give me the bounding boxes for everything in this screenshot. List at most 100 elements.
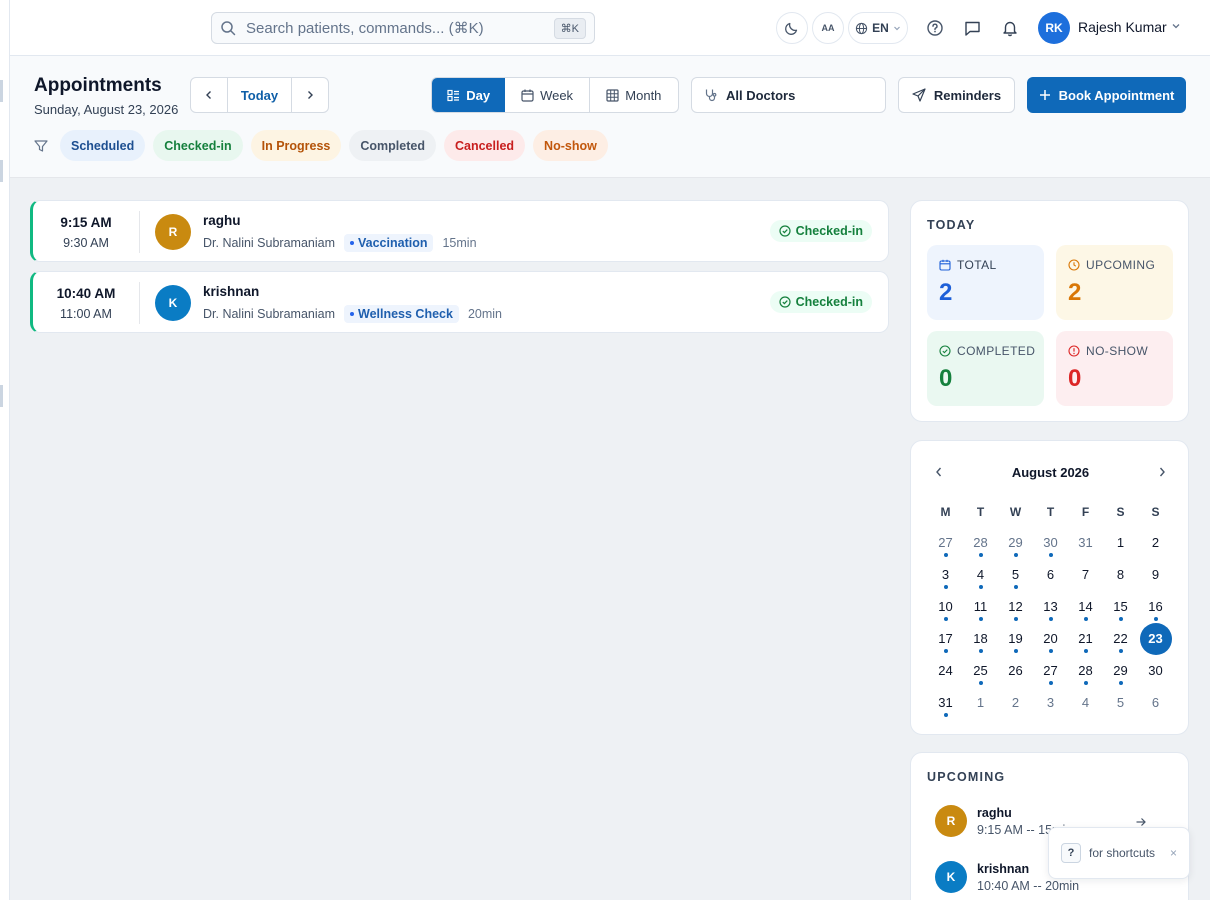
filter-chip-cancelled[interactable]: Cancelled (443, 130, 526, 161)
calendar-icon (521, 89, 534, 102)
user-avatar[interactable]: RK (1038, 12, 1070, 44)
chevron-right-icon (307, 91, 313, 99)
weekday-header: S (1116, 505, 1125, 519)
stat-total-value: 2 (939, 279, 953, 306)
calendar-day[interactable]: 2 (1138, 527, 1173, 559)
patient-name[interactable]: krishnan (203, 284, 259, 299)
bullet-dot (350, 241, 354, 245)
today-panel-title: TODAY (927, 218, 976, 232)
appointment-card[interactable]: 10:40 AM 11:00 AM K krishnan Dr. Nalini … (30, 271, 889, 333)
calendar-day-number: 24 (938, 663, 953, 678)
appointment-indicator-dot (1083, 617, 1088, 621)
clock-icon (1068, 259, 1080, 271)
calendar-day[interactable]: 6 (1033, 559, 1068, 591)
status-label: Checked-in (795, 295, 863, 309)
search-placeholder: Search patients, commands... (⌘K) (246, 20, 484, 37)
appointment-indicator-dot (1118, 681, 1123, 685)
calendar-day[interactable]: 26 (998, 655, 1033, 687)
calendar-day[interactable]: 4 (1068, 687, 1103, 719)
calendar-day-number: 4 (1081, 695, 1090, 710)
doctor-filter-select[interactable]: All Doctors (691, 77, 886, 113)
upcoming-time: 10:40 AM -- 20min (977, 879, 1080, 893)
reminders-button[interactable]: Reminders (898, 77, 1015, 113)
patient-avatar: R (155, 214, 191, 250)
calendar-day[interactable]: 30 (1138, 655, 1173, 687)
search-shortcut-badge: ⌘K (553, 17, 586, 39)
stat-completed-label: COMPLETED (957, 344, 1036, 358)
calendar-day[interactable]: 8 (1103, 559, 1138, 591)
appointment-indicator-dot (1048, 681, 1053, 685)
stat-total-label-row: TOTAL (939, 258, 997, 272)
view-day-button[interactable]: Day (432, 78, 506, 112)
check-circle-icon (779, 296, 791, 308)
search-icon (221, 21, 236, 36)
appointment-meta: Dr. Nalini Subramaniam Wellness Check 20… (203, 305, 502, 323)
status-badge[interactable]: Checked-in (769, 220, 872, 242)
divider (139, 282, 140, 324)
stat-no-show-label-row: NO-SHOW (1068, 344, 1148, 358)
calendar-day[interactable]: 7 (1068, 559, 1103, 591)
calendar-day[interactable]: 2 (998, 687, 1033, 719)
search-input[interactable]: Search patients, commands... (⌘K) ⌘K (211, 12, 595, 44)
language-label: EN (872, 21, 889, 35)
today-button[interactable]: Today (227, 78, 292, 112)
filter-chip-completed[interactable]: Completed (349, 130, 436, 161)
prev-day-button[interactable] (191, 78, 227, 112)
filter-chip-scheduled[interactable]: Scheduled (60, 130, 146, 161)
appointment-start-time: 10:40 AM (56, 286, 116, 301)
view-month-label: Month (625, 87, 662, 103)
appointment-indicator-dot (1153, 617, 1158, 621)
calendar-day-number: 2 (1011, 695, 1020, 710)
appointment-indicator-dot (1048, 649, 1053, 653)
appointment-indicator-dot (978, 553, 983, 557)
calendar-day[interactable]: 1 (963, 687, 998, 719)
appointment-card[interactable]: 9:15 AM 9:30 AM R raghu Dr. Nalini Subra… (30, 200, 889, 262)
calendar-day[interactable]: 24 (928, 655, 963, 687)
next-day-button[interactable] (292, 78, 328, 112)
weekday-header: M (940, 505, 951, 519)
check-circle-icon (779, 225, 791, 237)
stat-no-show-value: 0 (1068, 365, 1082, 392)
alert-circle-icon (1068, 345, 1080, 357)
filter-chip-in-progress[interactable]: In Progress (250, 130, 342, 161)
dark-mode-button[interactable] (776, 12, 808, 44)
appointment-indicator-dot (1013, 553, 1018, 557)
page-date: Sunday, August 23, 2026 (34, 102, 179, 117)
close-icon[interactable]: × (1170, 846, 1177, 860)
appointment-indicator-dot (978, 617, 983, 621)
chevron-left-icon (206, 91, 212, 99)
shortcut-hint-text: for shortcuts (1089, 846, 1156, 860)
divider (139, 211, 140, 253)
notifications-button[interactable] (998, 16, 1022, 40)
view-week-button[interactable]: Week (505, 78, 590, 112)
chevron-down-icon[interactable] (1170, 20, 1182, 32)
bullet-dot (350, 312, 354, 316)
calendar-day[interactable]: 5 (1103, 687, 1138, 719)
view-month-button[interactable]: Month (590, 78, 678, 112)
calendar-day[interactable]: 31 (1068, 527, 1103, 559)
language-selector[interactable]: EN (848, 12, 908, 44)
help-button[interactable] (923, 16, 947, 40)
filter-icon[interactable] (34, 139, 48, 153)
filter-chip-no-show[interactable]: No-show (533, 130, 608, 161)
book-appointment-button[interactable]: Book Appointment (1027, 77, 1186, 113)
calendar-day[interactable]: 1 (1103, 527, 1138, 559)
upcoming-avatar: K (935, 861, 967, 893)
today-summary-panel: TODAY TOTAL 2 UPCOMING 2 COMPLETED 0 NO-… (910, 200, 1189, 422)
user-name[interactable]: Rajesh Kumar (1078, 19, 1167, 35)
calendar-day[interactable]: 3 (1033, 687, 1068, 719)
rail-marker (0, 160, 3, 182)
messages-button[interactable] (960, 16, 984, 40)
calendar-day[interactable]: 9 (1138, 559, 1173, 591)
upcoming-avatar: R (935, 805, 967, 837)
page-header: Appointments Sunday, August 23, 2026 Tod… (10, 56, 1210, 178)
chevron-right-icon[interactable] (1156, 465, 1168, 479)
chevron-down-icon (893, 26, 900, 31)
patient-name[interactable]: raghu (203, 213, 241, 228)
status-badge[interactable]: Checked-in (769, 291, 872, 313)
calendar-day[interactable]: 6 (1138, 687, 1173, 719)
filter-chip-checked-in[interactable]: Checked-in (153, 130, 243, 161)
font-size-button[interactable]: AA (812, 12, 844, 44)
calendar-day-selected[interactable]: 23 (1138, 623, 1173, 655)
appointment-indicator-dot (943, 713, 948, 717)
